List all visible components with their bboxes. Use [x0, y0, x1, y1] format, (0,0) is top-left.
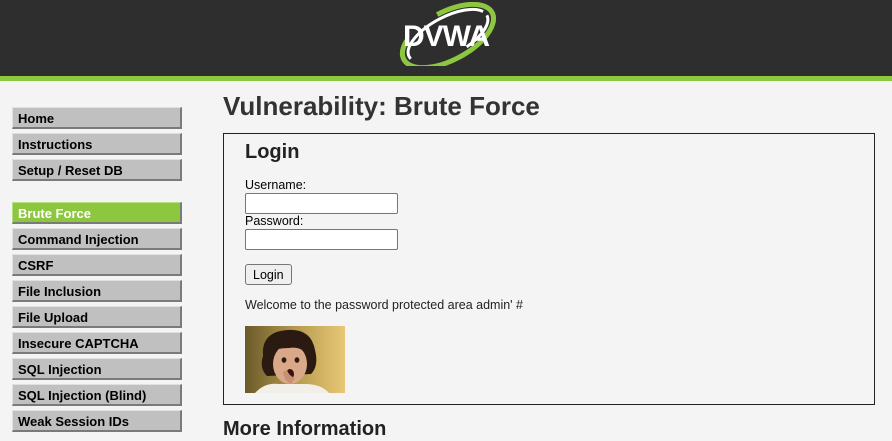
username-input[interactable]	[245, 193, 398, 214]
sidebar-item-insecure-captcha[interactable]: Insecure CAPTCHA	[12, 332, 182, 354]
password-input[interactable]	[245, 229, 398, 250]
sidebar-item-file-upload[interactable]: File Upload	[12, 306, 182, 328]
sidebar-item-setup-reset-db[interactable]: Setup / Reset DB	[12, 159, 182, 181]
menu-separator	[12, 185, 182, 202]
sidebar-item-sql-injection[interactable]: SQL Injection	[12, 358, 182, 380]
sidebar-item-instructions[interactable]: Instructions	[12, 133, 182, 155]
sidebar-item-home[interactable]: Home	[12, 107, 182, 129]
sidebar-item-file-inclusion[interactable]: File Inclusion	[12, 280, 182, 302]
more-information-heading: More Information	[223, 418, 387, 440]
user-avatar-photo	[245, 326, 345, 393]
login-button[interactable]: Login	[245, 264, 292, 285]
username-label: Username:	[245, 178, 307, 192]
login-heading: Login	[245, 141, 300, 163]
password-label: Password:	[245, 214, 304, 228]
sidebar-item-brute-force[interactable]: Brute Force	[12, 202, 182, 224]
dvwa-logo[interactable]: DVWA	[384, 1, 508, 71]
header-bar: DVWA	[0, 0, 892, 81]
sidebar-menu: Home Instructions Setup / Reset DB Brute…	[12, 107, 182, 436]
logo-text: DVWA	[403, 20, 489, 53]
sidebar-item-command-injection[interactable]: Command Injection	[12, 228, 182, 250]
sidebar-item-weak-session-ids[interactable]: Weak Session IDs	[12, 410, 182, 432]
welcome-message: Welcome to the password protected area a…	[245, 298, 523, 312]
sidebar-item-sql-injection-blind[interactable]: SQL Injection (Blind)	[12, 384, 182, 406]
sidebar-item-csrf[interactable]: CSRF	[12, 254, 182, 276]
page-title: Vulnerability: Brute Force	[223, 91, 540, 121]
login-panel: Login Username: Password: Login Welcome …	[223, 133, 875, 405]
